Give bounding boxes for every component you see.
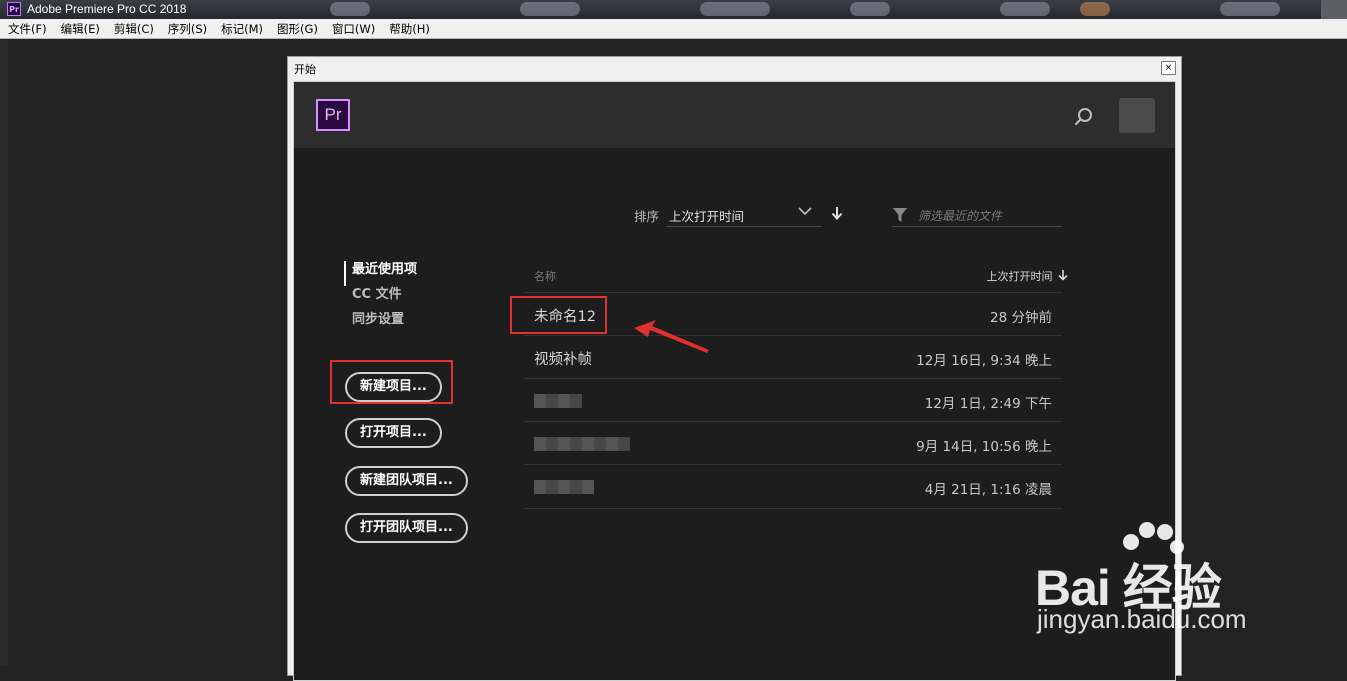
taskbar-thumbnail [1220,2,1280,16]
premiere-app-icon: Pr [7,2,21,16]
project-date: 12月 16日, 9:34 晚上 [916,353,1052,369]
nav-cc-files[interactable]: CC 文件 [344,286,417,311]
menu-edit[interactable]: 编辑(E) [61,21,100,37]
premiere-logo: Pr [316,99,350,131]
chevron-down-icon [798,207,812,216]
taskbar-thumbnail [330,2,370,16]
sort-direction-icon[interactable] [831,206,843,220]
table-row[interactable]: 视频补帧 12月 16日, 9:34 晚上 [524,335,1062,379]
sort-dropdown[interactable]: 上次打开时间 [666,198,821,227]
close-icon[interactable]: × [1161,61,1176,75]
search-icon[interactable] [1074,107,1094,127]
new-project-button[interactable]: 新建项目... [345,372,442,402]
menu-help[interactable]: 帮助(H) [389,21,430,37]
menu-markers[interactable]: 标记(M) [221,21,263,37]
watermark-url: jingyan.baidu.com [1037,604,1247,634]
avatar[interactable] [1119,98,1155,133]
column-header-date-label: 上次打开时间 [986,270,1053,283]
column-header-date[interactable]: 上次打开时间 [910,268,1068,284]
project-date: 28 分钟前 [990,310,1052,326]
filter-input[interactable]: 筛选最近的文件 [892,198,1062,227]
start-header: Pr [294,82,1175,148]
project-name: 视频补帧 [534,352,592,368]
sort-label: 排序 [634,209,660,224]
project-date: 9月 14日, 10:56 晚上 [916,439,1052,455]
filter-icon [893,208,907,222]
sort-arrow-icon [1058,270,1068,281]
blurred-project-name [534,480,594,494]
taskbar-thumbnail [1080,2,1110,16]
table-row[interactable]: 12月 1日, 2:49 下午 [524,378,1062,422]
menu-bar: 文件(F) 编辑(E) 剪辑(C) 序列(S) 标记(M) 图形(G) 窗口(W… [0,19,1347,39]
menu-window[interactable]: 窗口(W) [332,21,375,37]
filter-placeholder: 筛选最近的文件 [918,209,1003,223]
window-controls[interactable] [1321,0,1347,19]
window-title-bar: Pr Adobe Premiere Pro CC 2018 [0,0,1347,19]
column-header-name[interactable]: 名称 [534,268,556,284]
window-title: Adobe Premiere Pro CC 2018 [27,2,187,16]
nav-sync-settings[interactable]: 同步设置 [344,311,417,336]
table-row[interactable]: 9月 14日, 10:56 晚上 [524,421,1062,465]
blurred-project-name [534,437,630,451]
table-row[interactable]: 4月 21日, 1:16 凌晨 [524,464,1062,509]
open-project-button[interactable]: 打开项目... [345,418,442,448]
open-team-project-button[interactable]: 打开团队项目... [345,513,468,543]
nav-recent[interactable]: 最近使用项 [344,261,417,286]
taskbar-thumbnail [850,2,890,16]
taskbar-thumbnail [1000,2,1050,16]
blurred-project-name [534,394,582,408]
project-date: 4月 21日, 1:16 凌晨 [924,482,1052,498]
workspace-edge [0,40,8,666]
annotation-arrow-icon [634,320,709,353]
dialog-title: 开始 [294,63,316,76]
menu-sequence[interactable]: 序列(S) [168,21,207,37]
taskbar-thumbnail [700,2,770,16]
highlight-box-project [510,296,607,334]
menu-file[interactable]: 文件(F) [8,21,47,37]
new-team-project-button[interactable]: 新建团队项目... [345,466,468,496]
menu-clip[interactable]: 剪辑(C) [114,21,154,37]
sort-value: 上次打开时间 [669,209,745,224]
baidu-watermark: Bai 经验 jingyan.baidu.com [1035,520,1335,640]
menu-graphics[interactable]: 图形(G) [277,21,318,37]
taskbar-thumbnail [520,2,580,16]
start-nav: 最近使用项 CC 文件 同步设置 [344,261,417,336]
project-date: 12月 1日, 2:49 下午 [924,396,1052,412]
